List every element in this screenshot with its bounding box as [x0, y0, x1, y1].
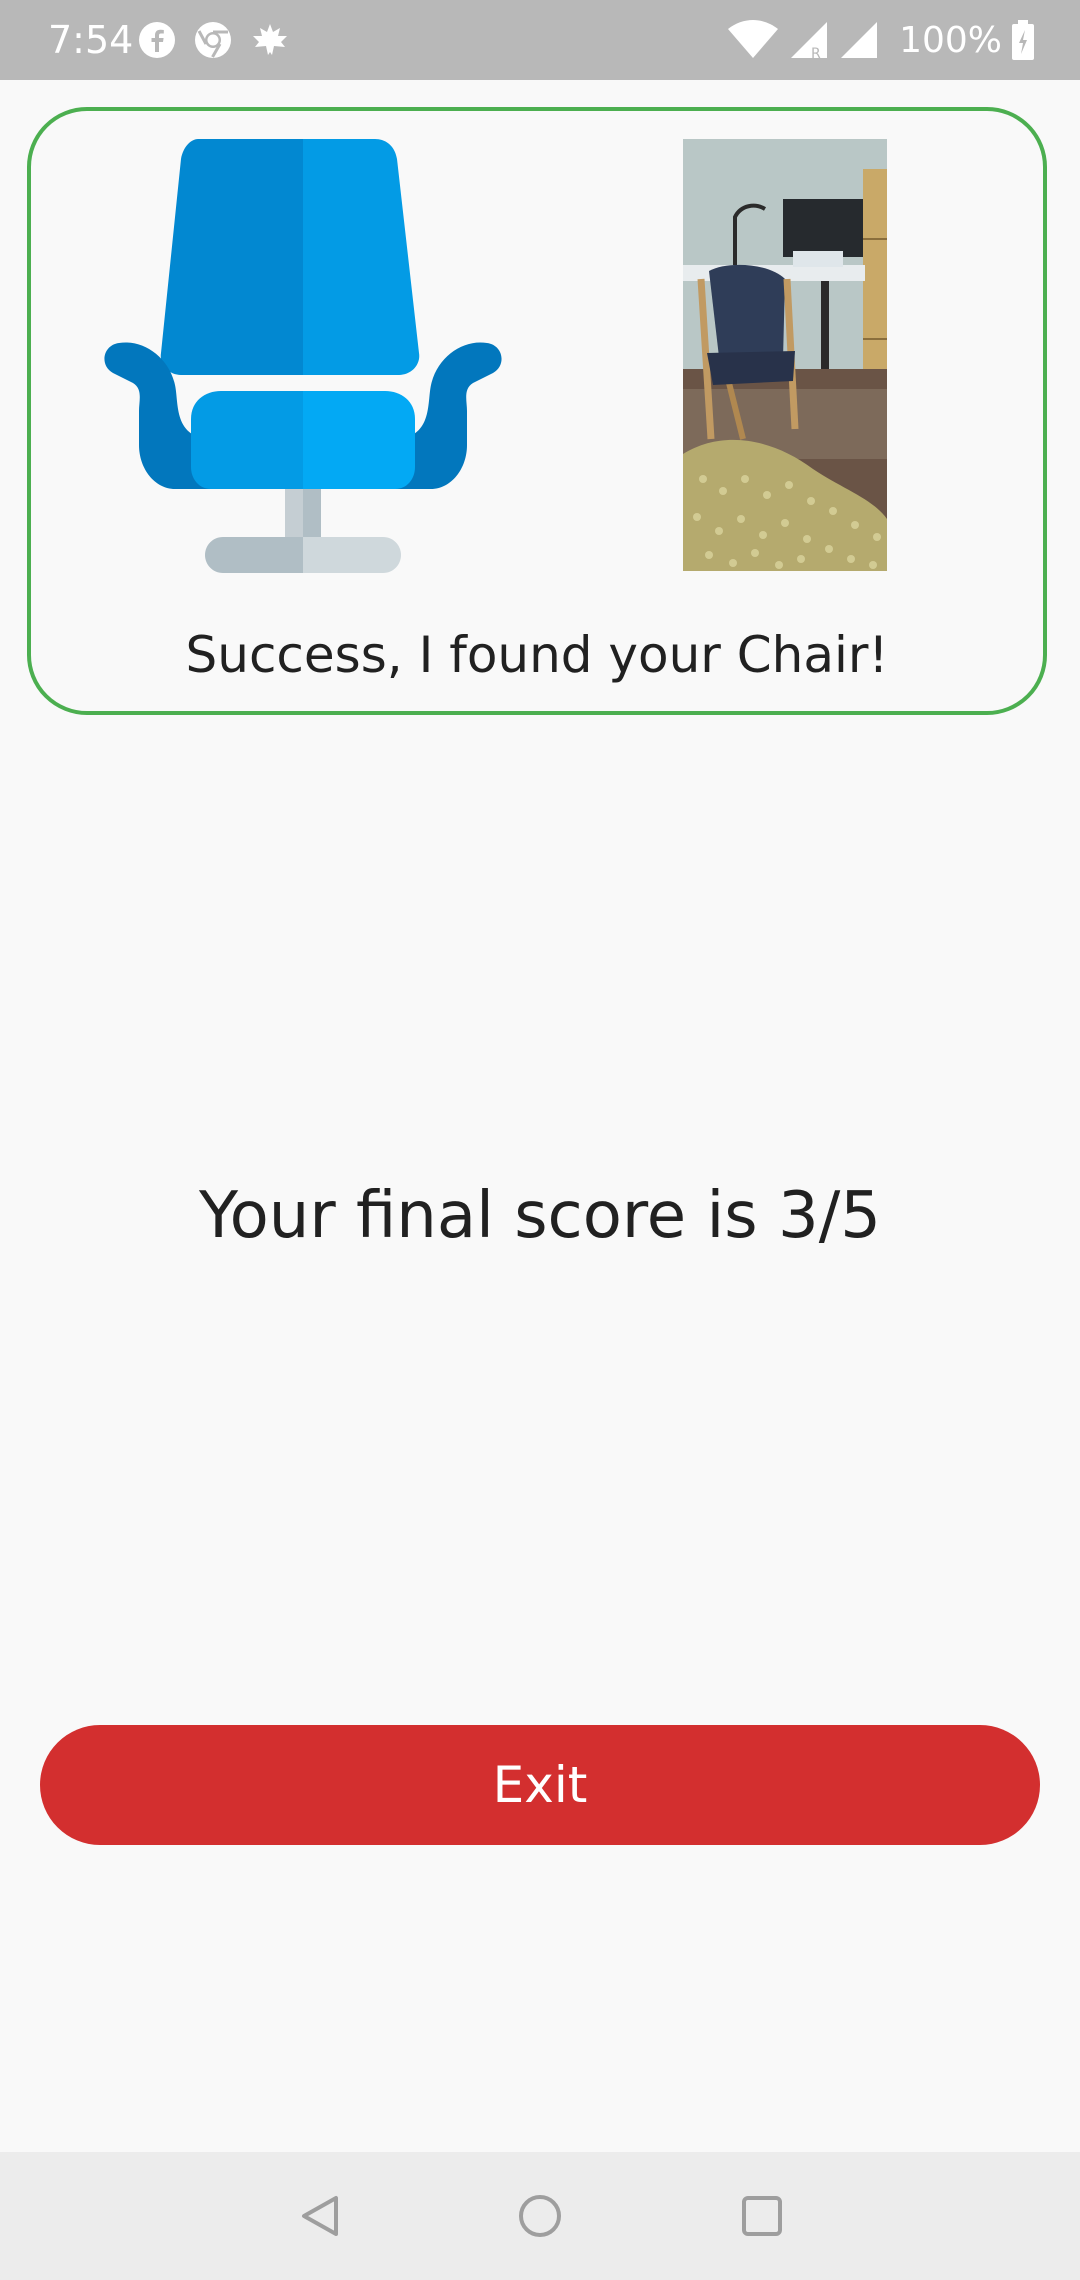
- battery-icon: [1012, 20, 1034, 60]
- result-card: Success, I found your Chair!: [27, 107, 1047, 715]
- svg-text:R: R: [811, 46, 821, 60]
- recents-icon[interactable]: [732, 2186, 792, 2246]
- home-icon[interactable]: [510, 2186, 570, 2246]
- exit-button[interactable]: Exit: [40, 1725, 1040, 1845]
- chrome-icon: [194, 21, 232, 59]
- cell-signal-icon: [839, 20, 879, 60]
- status-time: 7:54: [48, 18, 134, 62]
- cell-signal-icon: R: [789, 20, 829, 60]
- wifi-icon: [727, 20, 779, 60]
- status-bar: 7:54 R 100%: [0, 0, 1080, 80]
- navigation-bar: [0, 2152, 1080, 2280]
- success-message: Success, I found your Chair!: [185, 626, 889, 684]
- chair-icon: [103, 139, 503, 573]
- notification-icons: [138, 18, 290, 62]
- final-score: Your final score is 3/5: [199, 1179, 881, 1253]
- system-icons: R 100%: [727, 14, 1034, 66]
- battery-percentage: 100%: [899, 19, 1002, 61]
- facebook-icon: [138, 21, 176, 59]
- back-icon[interactable]: [290, 2186, 350, 2246]
- captured-chair-photo: [683, 139, 887, 571]
- leaf-icon: [250, 21, 290, 59]
